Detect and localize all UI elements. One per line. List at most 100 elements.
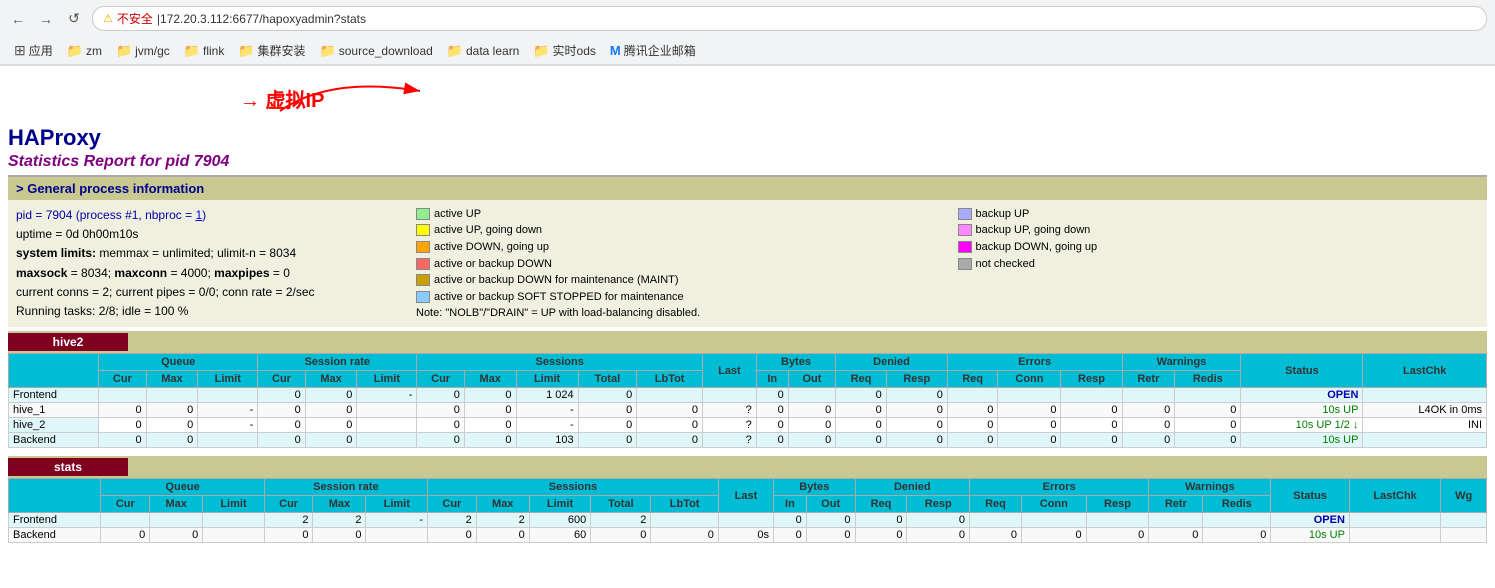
legend-color-soft-stopped <box>416 291 430 303</box>
status-cell: 10s UP <box>1271 528 1350 543</box>
th-b-in: In <box>774 496 807 513</box>
hive2-table: Queue Session rate Sessions Last Bytes D… <box>8 353 1487 448</box>
bookmark-data-learn[interactable]: 📁 data learn <box>441 41 526 61</box>
legend-backup-up-going-down: backup UP, going down <box>958 223 1480 239</box>
td: 0 <box>998 403 1061 418</box>
td: 0 <box>886 418 947 433</box>
td: 0 <box>305 433 357 448</box>
td <box>637 388 703 403</box>
td: 0 <box>774 513 807 528</box>
hive2-service-name: hive2 <box>8 333 128 351</box>
th-e-conn: Conn <box>998 371 1061 388</box>
haproxy-content: HAProxy Statistics Report for pid 7904 >… <box>0 121 1495 547</box>
td: 0 <box>146 418 198 433</box>
th-q-limit: Limit <box>203 496 265 513</box>
td: 2 <box>264 513 313 528</box>
td: 0 <box>591 528 651 543</box>
bookmark-label: zm <box>86 44 102 58</box>
td <box>947 388 998 403</box>
td: 0 <box>1203 528 1271 543</box>
th-s-total: Total <box>591 496 651 513</box>
row-name: hive_2 <box>9 418 99 433</box>
td <box>150 513 203 528</box>
th-b-in: In <box>756 371 788 388</box>
bookmark-apps[interactable]: ⊞ 应用 <box>8 40 59 61</box>
td: 0 <box>428 528 477 543</box>
td: 0 <box>637 418 703 433</box>
row-name: Backend <box>9 433 99 448</box>
refresh-button[interactable]: ↺ <box>64 9 84 29</box>
td: 0 <box>806 513 855 528</box>
table-row: Backend 0 0 0 0 0 0 60 0 0 0s 0 <box>9 528 1487 543</box>
td: 0 <box>855 513 907 528</box>
td: 0 <box>258 403 306 418</box>
td: 0 <box>947 433 998 448</box>
uptime-line: uptime = 0d 0h00m10s <box>16 225 396 244</box>
bookmark-flink[interactable]: 📁 flink <box>178 41 231 61</box>
table-row: Backend 0 0 0 0 0 0 103 0 0 ? 0 <box>9 433 1487 448</box>
td: 0 <box>464 418 516 433</box>
bookmark-label: data learn <box>466 44 519 58</box>
bookmark-jvmgc[interactable]: 📁 jvm/gc <box>110 41 176 61</box>
th-q-limit: Limit <box>198 371 258 388</box>
td: 0 <box>788 433 836 448</box>
th-session-rate: Session rate <box>258 354 417 371</box>
row-name: Backend <box>9 528 101 543</box>
back-button[interactable]: ← <box>8 9 28 29</box>
legend-color-backup-up-going-down <box>958 224 972 236</box>
td: - <box>516 418 578 433</box>
stats-table-wrapper: Queue Session rate Sessions Last Bytes D… <box>8 478 1487 543</box>
th-s-limit: Limit <box>516 371 578 388</box>
td: 0 <box>417 388 465 403</box>
td: 0 <box>99 403 147 418</box>
legend-label: active DOWN, going up <box>434 241 549 253</box>
th-q-max: Max <box>150 496 203 513</box>
th-wg: Wg <box>1441 479 1487 513</box>
bookmarks-bar: ⊞ 应用 📁 zm 📁 jvm/gc 📁 flink 📁 集群安装 📁 sour… <box>0 37 1495 65</box>
legend-not-checked: not checked <box>958 256 1480 272</box>
th-errors: Errors <box>970 479 1149 496</box>
bookmark-tencent-mail[interactable]: M 腾讯企业邮箱 <box>604 40 702 61</box>
td: 0 <box>756 433 788 448</box>
status-cell: OPEN <box>1271 513 1350 528</box>
td: 0 <box>99 418 147 433</box>
bookmark-label: flink <box>203 44 224 58</box>
td: 0 <box>578 388 637 403</box>
nbproc-link[interactable]: 1 <box>195 208 202 222</box>
td: 0 <box>578 418 637 433</box>
td <box>198 388 258 403</box>
legend-active-backup-down: active or backup DOWN <box>416 256 938 272</box>
td: 0 <box>578 403 637 418</box>
th-e-conn: Conn <box>1021 496 1086 513</box>
bookmark-realtime-ods[interactable]: 📁 实时ods <box>527 40 602 61</box>
td: 0 <box>637 433 703 448</box>
address-bar[interactable]: ⚠ 不安全 | 172.20.3.112:6677/hapoxyadmin?st… <box>92 6 1487 31</box>
th-empty <box>9 479 101 513</box>
bookmark-source-download[interactable]: 📁 source_download <box>314 41 439 61</box>
td: 0 <box>1122 433 1175 448</box>
td: 0 <box>855 528 907 543</box>
td: 0 <box>907 513 970 528</box>
legend-label: backup UP <box>976 208 1030 220</box>
th-s-cur: Cur <box>417 371 465 388</box>
bookmark-zm[interactable]: 📁 zm <box>61 41 108 61</box>
unsafe-label: 不安全 <box>117 10 153 27</box>
td <box>998 388 1061 403</box>
td: 0 <box>476 528 529 543</box>
pid-line: pid = 7904 (process #1, nbproc = 1) <box>16 206 396 225</box>
td: 0 <box>1086 528 1149 543</box>
th-last: Last <box>703 354 757 388</box>
td: 0 <box>1061 433 1122 448</box>
td: 0 <box>886 403 947 418</box>
current-conns-line: current conns = 2; current pipes = 0/0; … <box>16 283 396 302</box>
th-s-lbtot: LbTot <box>637 371 703 388</box>
th-b-out: Out <box>806 496 855 513</box>
td: 0 <box>1021 528 1086 543</box>
td <box>1175 388 1241 403</box>
td <box>1122 388 1175 403</box>
td <box>1441 528 1487 543</box>
bookmark-cluster-install[interactable]: 📁 集群安装 <box>232 40 311 61</box>
th-errors: Errors <box>947 354 1122 371</box>
td: 0 <box>1175 403 1241 418</box>
forward-button[interactable]: → <box>36 9 56 29</box>
